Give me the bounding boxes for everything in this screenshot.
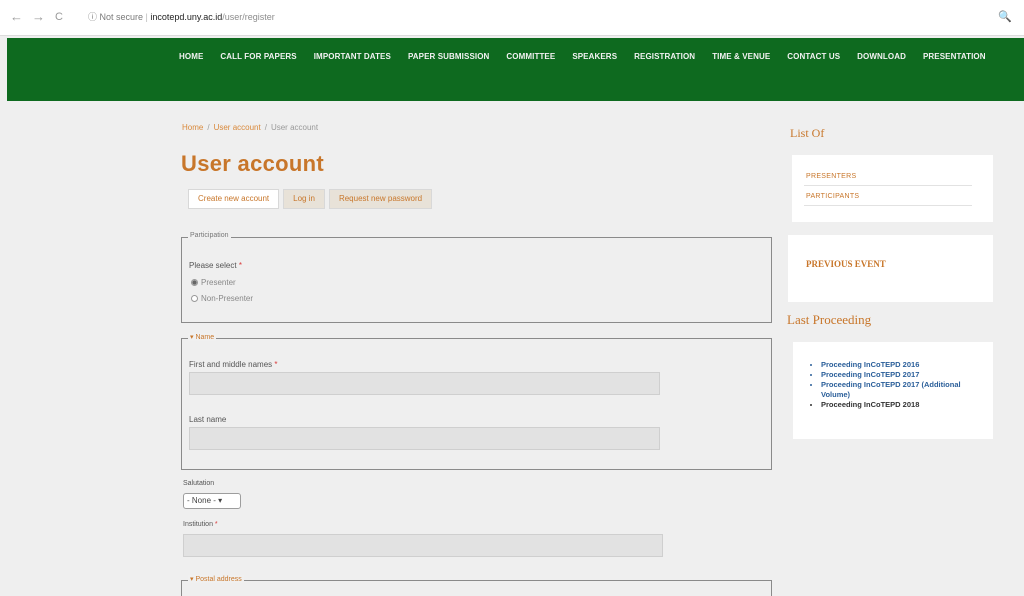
menu-important-dates[interactable]: IMPORTANT DATES: [314, 51, 391, 63]
address-bar[interactable]: ⓘ Not secure | incotepd.uny.ac.id/user/r…: [88, 11, 275, 23]
main-menu: HOME CALL FOR PAPERS IMPORTANT DATES PAP…: [179, 51, 999, 63]
browser-toolbar: ← → C ⓘ Not secure | incotepd.uny.ac.id/…: [0, 0, 1024, 36]
reload-icon[interactable]: C: [55, 10, 63, 24]
breadcrumb-home[interactable]: Home: [182, 123, 203, 132]
participation-legend: Participation: [188, 232, 231, 239]
url-domain: incotepd.uny.ac.id: [150, 12, 223, 22]
list-of-card: PRESENTERS PARTICIPANTS: [792, 155, 993, 222]
menu-download[interactable]: DOWNLOAD: [857, 51, 906, 63]
menu-time-venue[interactable]: TIME & VENUE: [712, 51, 770, 63]
radio-non-presenter[interactable]: Non-Presenter: [191, 294, 253, 303]
list-of-heading: List Of: [790, 126, 825, 140]
menu-speakers[interactable]: SPEAKERS: [572, 51, 617, 63]
proceeding-2017-additional-link[interactable]: Proceeding InCoTEPD 2017 (Additional Vol…: [821, 380, 981, 400]
not-secure-indicator[interactable]: ⓘ Not secure: [88, 12, 143, 22]
salutation-label: Salutation: [183, 480, 215, 487]
radio-unselected-icon: [191, 295, 198, 302]
last-name-label: Last name: [189, 415, 227, 424]
previous-event-link[interactable]: PREVIOUS EVENT: [806, 259, 886, 269]
institution-label: Institution *: [183, 521, 218, 528]
menu-paper-submission[interactable]: PAPER SUBMISSION: [408, 51, 489, 63]
name-fieldset: ▾ Name First and middle names * Last nam…: [181, 333, 772, 470]
proceedings-list: Proceeding InCoTEPD 2016 Proceeding InCo…: [821, 360, 981, 410]
tab-request-password[interactable]: Request new password: [328, 189, 433, 209]
breadcrumb-user-account[interactable]: User account: [214, 123, 261, 132]
breadcrumb-current: User account: [270, 123, 319, 132]
previous-event-card: PREVIOUS EVENT: [788, 235, 993, 302]
proceeding-2017-link[interactable]: Proceeding InCoTEPD 2017: [821, 370, 981, 380]
menu-presentation[interactable]: PRESENTATION: [923, 51, 986, 63]
site-header: HOME CALL FOR PAPERS IMPORTANT DATES PAP…: [7, 38, 1024, 101]
tab-login[interactable]: Log in: [283, 189, 325, 209]
list-divider: [804, 205, 972, 206]
participation-fieldset: Participation Please select * Presenter …: [181, 232, 772, 323]
menu-home[interactable]: HOME: [179, 51, 203, 63]
institution-input[interactable]: [183, 534, 663, 557]
menu-registration[interactable]: REGISTRATION: [634, 51, 695, 63]
link-participants[interactable]: PARTICIPANTS: [806, 193, 859, 200]
salutation-select[interactable]: - None - ▾: [183, 493, 241, 509]
forward-arrow-icon[interactable]: →: [32, 10, 45, 24]
account-tabs: Create new account Log in Request new pa…: [188, 189, 433, 209]
proceeding-2016-link[interactable]: Proceeding InCoTEPD 2016: [821, 360, 981, 370]
participation-question: Please select *: [189, 261, 242, 270]
list-divider: [804, 185, 972, 186]
postal-address-fieldset: ▾ Postal address: [181, 575, 772, 596]
menu-contact-us[interactable]: CONTACT US: [787, 51, 840, 63]
first-name-input[interactable]: [189, 372, 660, 395]
radio-presenter[interactable]: Presenter: [191, 278, 236, 287]
postal-address-legend[interactable]: ▾ Postal address: [188, 575, 244, 583]
proceeding-2018-link[interactable]: Proceeding InCoTEPD 2018: [821, 400, 981, 410]
menu-call-for-papers[interactable]: CALL FOR PAPERS: [220, 51, 296, 63]
zoom-icon[interactable]: 🔍: [998, 10, 1012, 23]
back-arrow-icon[interactable]: ←: [10, 10, 23, 24]
last-proceeding-heading: Last Proceeding: [787, 312, 872, 327]
radio-selected-icon: [191, 279, 198, 286]
first-name-label: First and middle names *: [189, 360, 278, 369]
proceedings-card: Proceeding InCoTEPD 2016 Proceeding InCo…: [793, 342, 993, 439]
tab-create-account[interactable]: Create new account: [188, 189, 280, 209]
menu-committee[interactable]: COMMITTEE: [506, 51, 555, 63]
breadcrumb: Home / User account / User account: [182, 123, 319, 132]
page-title: User account: [181, 151, 324, 176]
last-name-input[interactable]: [189, 427, 660, 450]
link-presenters[interactable]: PRESENTERS: [806, 173, 856, 180]
main-content: Home / User account / User account User acco…: [0, 101, 1024, 596]
name-legend[interactable]: ▾ Name: [188, 333, 217, 341]
url-path: /user/register: [222, 12, 275, 22]
